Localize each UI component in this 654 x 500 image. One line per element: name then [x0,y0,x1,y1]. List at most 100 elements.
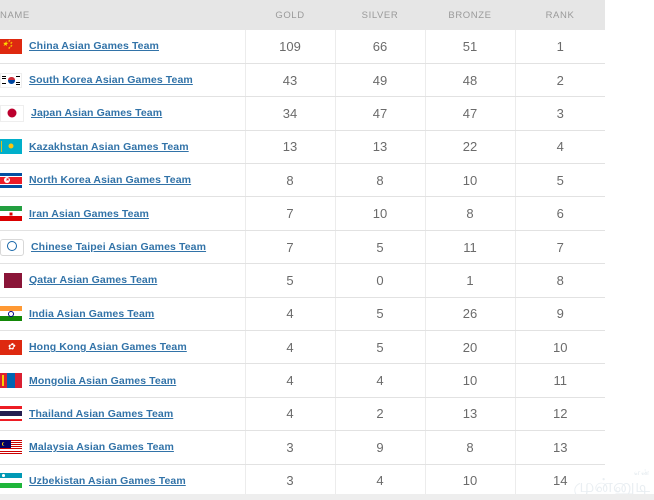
table-row[interactable]: ★ North Korea Asian Games Team 8 8 10 5 [0,163,605,198]
team-name-link[interactable]: Japan Asian Games Team [31,107,162,119]
bronze-cell: 20 [424,330,515,365]
bronze-cell: 8 [424,196,515,231]
gold-cell: 34 [244,96,335,131]
team-name-link[interactable]: South Korea Asian Games Team [29,74,193,86]
asian-games-medal-table: NAME GOLD SILVER BRONZE RANK ★ ★ ★ ★ China A… [0,0,605,498]
kazakhstan-flag-icon [0,139,22,155]
table-row[interactable]: South Korea Asian Games Team 43 49 48 2 [0,63,605,98]
team-name-link[interactable]: Chinese Taipei Asian Games Team [31,241,206,253]
table-row[interactable]: Qatar Asian Games Team 5 0 1 8 [0,263,605,298]
rank-cell: 9 [514,297,605,332]
team-name-link[interactable]: China Asian Games Team [29,40,159,52]
team-name-link[interactable]: Mongolia Asian Games Team [29,375,176,387]
gold-cell: 3 [244,430,335,465]
silver-cell: 2 [334,397,425,432]
table-row[interactable]: ★ ★ ★ ★ China Asian Games Team 109 66 51 1 [0,30,605,64]
rank-cell: 14 [514,464,605,498]
team-name-link[interactable]: Qatar Asian Games Team [29,274,157,286]
team-cell: South Korea Asian Games Team [0,63,245,98]
gold-cell: 4 [244,330,335,365]
column-header-rank[interactable]: RANK [515,0,605,30]
bronze-cell: 1 [424,263,515,298]
bronze-cell: 10 [424,464,515,498]
bronze-cell: 13 [424,397,515,432]
team-cell: ★ ★ ★ ★ China Asian Games Team [0,30,245,64]
column-header-gold[interactable]: GOLD [245,0,335,30]
chinese-taipei-flag-icon [0,238,24,256]
team-name-link[interactable]: Uzbekistan Asian Games Team [29,475,186,487]
team-cell: Iran Asian Games Team [0,196,245,231]
qatar-flag-icon [0,272,22,288]
table-row[interactable]: India Asian Games Team 4 5 26 9 [0,297,605,332]
hong-kong-flag-icon: ✿ [0,339,22,355]
mongolia-flag-icon [0,373,22,389]
table-row[interactable]: Japan Asian Games Team 34 47 47 3 [0,96,605,131]
iran-flag-icon [0,206,22,222]
thailand-flag-icon [0,406,22,422]
bronze-cell: 22 [424,130,515,165]
rank-cell: 2 [514,63,605,98]
rank-cell: 3 [514,96,605,131]
north-korea-flag-icon: ★ [0,172,22,188]
team-name-link[interactable]: Iran Asian Games Team [29,208,149,220]
table-row[interactable]: Malaysia Asian Games Team 3 9 8 13 [0,430,605,465]
team-cell: Kazakhstan Asian Games Team [0,130,245,165]
table-row[interactable]: Kazakhstan Asian Games Team 13 13 22 4 [0,130,605,165]
bronze-cell: 8 [424,430,515,465]
uzbekistan-flag-icon [0,473,22,489]
silver-cell: 0 [334,263,425,298]
malaysia-flag-icon [0,439,22,455]
team-cell: Chinese Taipei Asian Games Team [0,230,245,265]
team-name-link[interactable]: Thailand Asian Games Team [29,408,173,420]
team-cell: Malaysia Asian Games Team [0,430,245,465]
gold-cell: 13 [244,130,335,165]
column-header-name[interactable]: NAME [0,0,245,30]
rank-cell: 1 [514,30,605,64]
team-cell: ✿ Hong Kong Asian Games Team [0,330,245,365]
bronze-cell: 51 [424,30,515,64]
team-name-link[interactable]: Kazakhstan Asian Games Team [29,141,189,153]
header-row: NAME GOLD SILVER BRONZE RANK [0,0,605,30]
silver-cell: 47 [334,96,425,131]
gold-cell: 3 [244,464,335,498]
silver-cell: 5 [334,230,425,265]
team-name-link[interactable]: India Asian Games Team [29,308,154,320]
team-cell: India Asian Games Team [0,297,245,332]
gold-cell: 5 [244,263,335,298]
team-name-link[interactable]: Malaysia Asian Games Team [29,441,174,453]
column-header-bronze[interactable]: BRONZE [425,0,515,30]
table-row[interactable]: Chinese Taipei Asian Games Team 7 5 11 7 [0,230,605,265]
gold-cell: 4 [244,397,335,432]
silver-cell: 4 [334,363,425,398]
table-row[interactable]: Uzbekistan Asian Games Team 3 4 10 14 [0,464,605,498]
column-header-silver[interactable]: SILVER [335,0,425,30]
bronze-cell: 26 [424,297,515,332]
rank-cell: 10 [514,330,605,365]
silver-cell: 49 [334,63,425,98]
silver-cell: 8 [334,163,425,198]
rank-cell: 7 [514,230,605,265]
team-name-link[interactable]: North Korea Asian Games Team [29,174,191,186]
team-cell: Japan Asian Games Team [0,96,245,131]
silver-cell: 10 [334,196,425,231]
table-row[interactable]: Iran Asian Games Team 7 10 8 6 [0,196,605,231]
bronze-cell: 11 [424,230,515,265]
table-row[interactable]: ✿ Hong Kong Asian Games Team 4 5 20 10 [0,330,605,365]
rank-cell: 4 [514,130,605,165]
bottom-band [0,494,654,500]
gold-cell: 4 [244,363,335,398]
gold-cell: 7 [244,196,335,231]
bronze-cell: 48 [424,63,515,98]
team-cell: Qatar Asian Games Team [0,263,245,298]
table-header: NAME GOLD SILVER BRONZE RANK [0,0,605,30]
india-flag-icon [0,306,22,322]
silver-cell: 5 [334,297,425,332]
silver-cell: 13 [334,130,425,165]
table-row[interactable]: Mongolia Asian Games Team 4 4 10 11 [0,363,605,398]
table-row[interactable]: Thailand Asian Games Team 4 2 13 12 [0,397,605,432]
rank-cell: 5 [514,163,605,198]
rank-cell: 6 [514,196,605,231]
japan-flag-icon [0,104,24,122]
silver-cell: 5 [334,330,425,365]
team-name-link[interactable]: Hong Kong Asian Games Team [29,341,187,353]
